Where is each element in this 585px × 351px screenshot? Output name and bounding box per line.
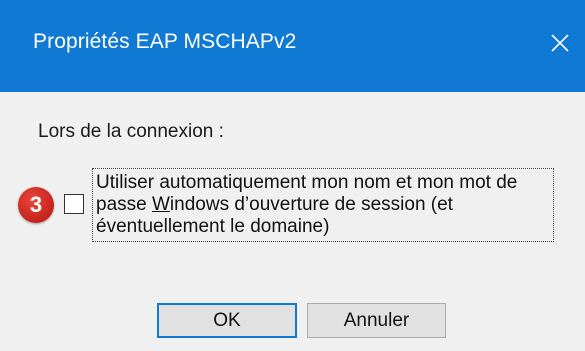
step-number-badge: 3 [18,187,54,223]
title-bar[interactable]: Propriétés EAP MSCHAPv2 [0,0,585,92]
use-windows-credentials-checkbox[interactable] [64,194,84,214]
checkbox-label-line-2-post: indows d’ouverture de session (et [169,194,453,215]
close-button[interactable] [523,0,585,92]
window-title: Propriétés EAP MSCHAPv2 [33,30,297,53]
accelerator-key: W [151,194,170,215]
cancel-button[interactable]: Annuler [307,303,446,338]
close-icon [551,34,569,52]
connection-group-label: Lors de la connexion : [38,121,224,142]
checkbox-label-line-3: éventuellement le domaine) [96,216,330,237]
use-windows-credentials-label[interactable]: Utiliser automatiquement mon nom et mon … [92,168,554,242]
checkbox-label-line-2-pre: passe [96,194,152,215]
checkbox-label-line-2: passe Windows d’ouverture de session (et [96,194,553,216]
checkbox-label-line-1: Utiliser automatiquement mon nom et mon … [96,172,518,193]
eap-mschapv2-properties-dialog: Propriétés EAP MSCHAPv2 Lors de la conne… [0,0,585,351]
ok-button[interactable]: OK [157,303,297,338]
